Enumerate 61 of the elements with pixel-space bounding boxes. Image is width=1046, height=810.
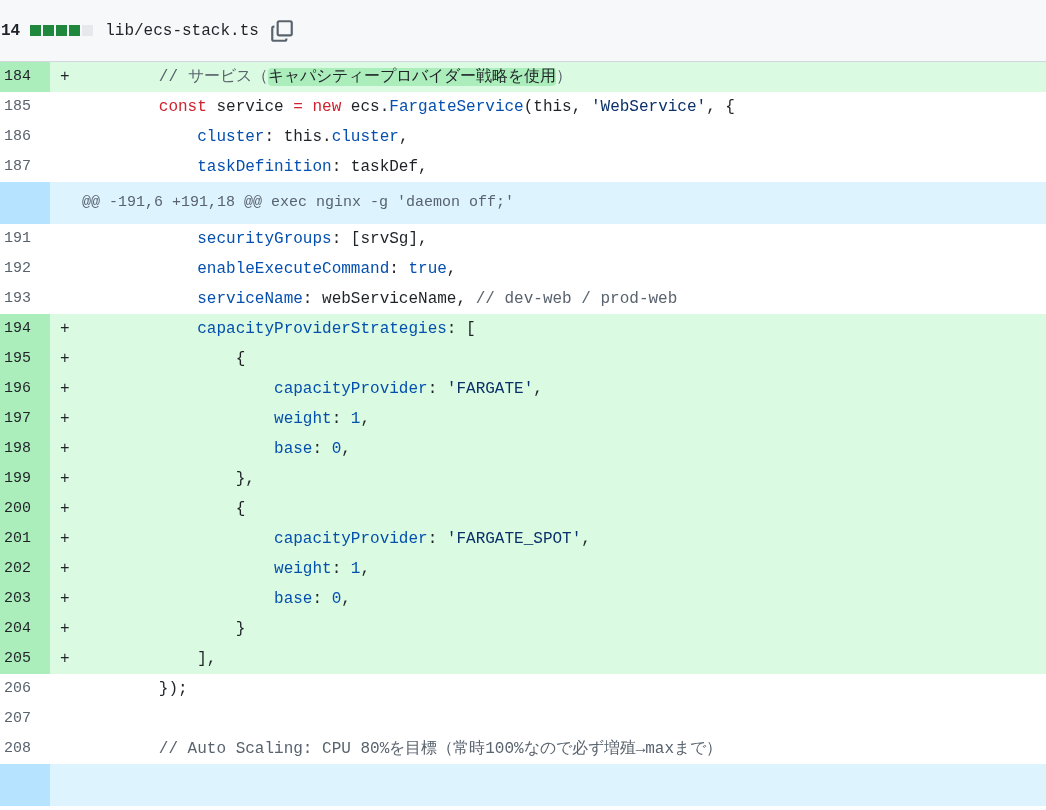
code-line: }: [234, 619, 246, 640]
line-number: 192: [4, 260, 31, 277]
line-number: 194: [4, 320, 31, 337]
line-number: 203: [4, 590, 31, 607]
added-sign: +: [59, 319, 71, 340]
code-line: {: [234, 349, 246, 370]
code-line: weight: 1,: [273, 559, 371, 580]
line-number: 197: [4, 410, 31, 427]
added-sign: +: [59, 589, 71, 610]
line-number: 199: [4, 470, 31, 487]
code-line: capacityProvider: 'FARGATE',: [273, 379, 543, 400]
added-sign: +: [59, 67, 71, 88]
line-number: 206: [4, 680, 31, 697]
added-sign: +: [59, 619, 71, 640]
expand-gutter: [0, 764, 50, 806]
code-line: },: [234, 469, 255, 490]
code-line: securityGroups: [srvSg],: [196, 229, 428, 250]
line-number: 185: [4, 98, 31, 115]
added-sign: +: [59, 439, 71, 460]
line-number: 195: [4, 350, 31, 367]
added-sign: +: [59, 649, 71, 670]
file-path: lib/ecs-stack.ts: [105, 20, 259, 42]
added-sign: +: [59, 469, 71, 490]
code-line: // Auto Scaling: CPU 80%を目標（常時100%なので必ず増殖→maxまで）: [157, 738, 723, 760]
added-sign: +: [59, 349, 71, 370]
line-number: 193: [4, 290, 31, 307]
code-line: enableExecuteCommand: true,: [196, 259, 457, 280]
line-number: 198: [4, 440, 31, 457]
line-number: 186: [4, 128, 31, 145]
line-number: 201: [4, 530, 31, 547]
code-line: cluster: this.cluster,: [196, 127, 409, 148]
line-number: 184: [4, 68, 31, 85]
line-number: 205: [4, 650, 31, 667]
line-number: 202: [4, 560, 31, 577]
line-number: 191: [4, 230, 31, 247]
code-line: });: [157, 679, 188, 700]
line-number: 187: [4, 158, 31, 175]
code-line: ],: [196, 649, 217, 670]
code-line: {: [234, 499, 246, 520]
hunk-gutter: [0, 182, 50, 224]
code-line: serviceName: webServiceName, // dev-web / prod-web: [196, 289, 678, 310]
code-line: capacityProvider: 'FARGATE_SPOT',: [273, 529, 591, 550]
line-number: 207: [4, 710, 31, 727]
added-sign: +: [59, 499, 71, 520]
hunk-header: @@ -191,6 +191,18 @@ exec nginx -g 'daemon off;': [81, 193, 515, 213]
change-count: 14: [1, 20, 21, 42]
added-sign: +: [59, 559, 71, 580]
code-line: base: 0,: [273, 439, 351, 460]
added-sign: +: [59, 409, 71, 430]
line-number: 200: [4, 500, 31, 517]
code-line: const service = new ecs.FargateService(this, 'WebService', {: [157, 97, 735, 118]
line-number: 204: [4, 620, 31, 637]
line-number: 208: [4, 740, 31, 757]
added-sign: +: [59, 379, 71, 400]
code-line: base: 0,: [273, 589, 351, 610]
code-line: weight: 1,: [273, 409, 371, 430]
copy-icon[interactable]: [268, 17, 295, 44]
added-sign: +: [59, 529, 71, 550]
code-line: capacityProviderStrategies: [: [196, 319, 476, 340]
line-number: 196: [4, 380, 31, 397]
code-line: taskDefinition: taskDef,: [196, 157, 428, 178]
